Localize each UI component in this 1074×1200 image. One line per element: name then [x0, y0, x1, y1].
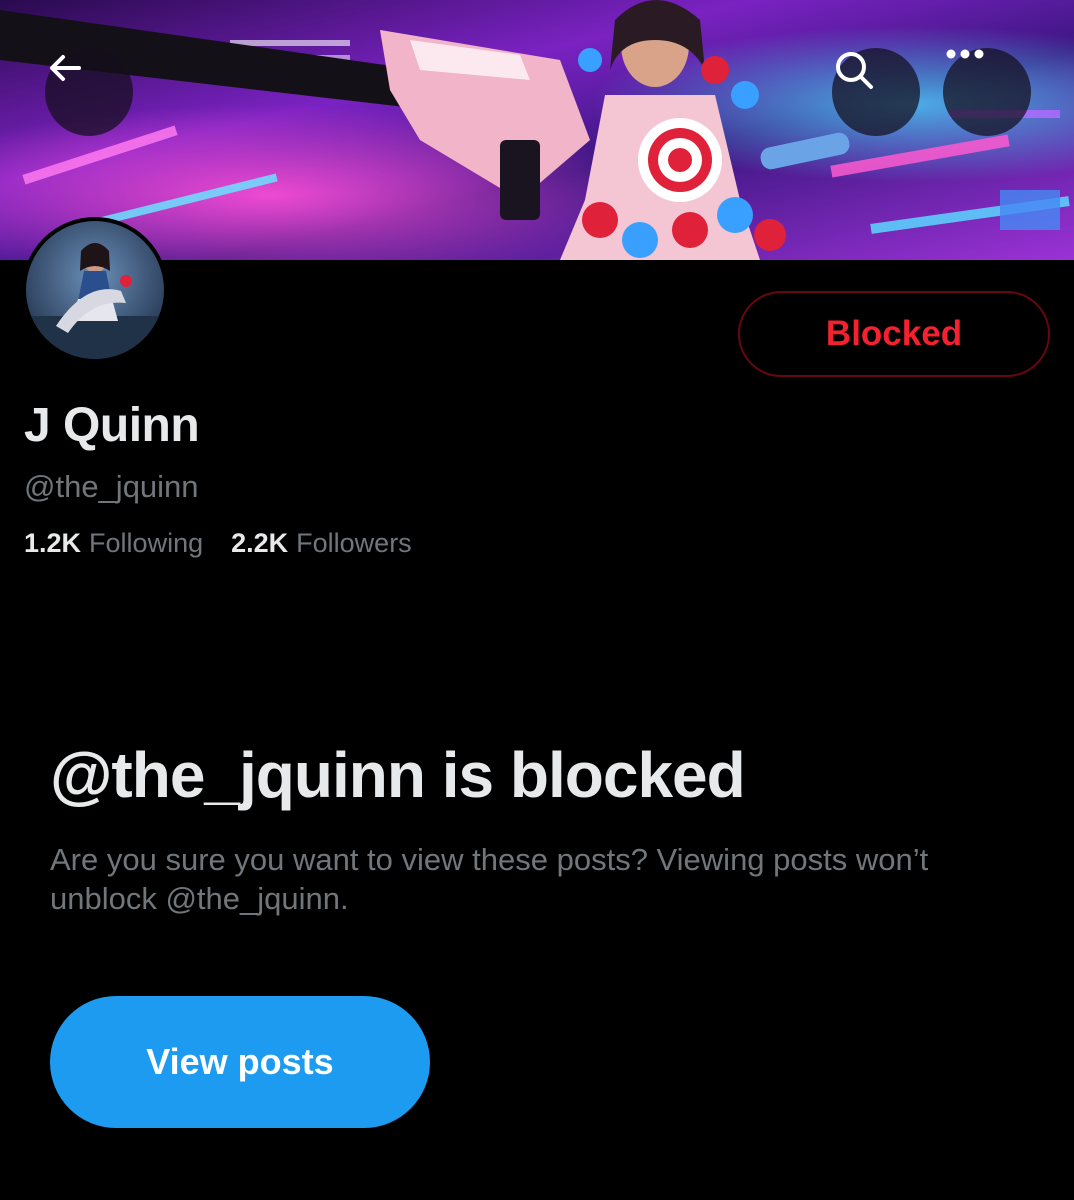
- blocked-notice-title: @the_jquinn is blocked: [50, 739, 746, 811]
- search-button[interactable]: [832, 48, 920, 136]
- profile-stats: 1.2K Following 2.2K Followers: [24, 528, 412, 559]
- display-name: J Quinn: [24, 399, 200, 452]
- following-label: Following: [89, 528, 204, 558]
- blocked-button[interactable]: Blocked: [738, 291, 1050, 377]
- back-button[interactable]: [45, 48, 133, 136]
- profile-banner[interactable]: [0, 0, 1074, 260]
- following-count: 1.2K: [24, 528, 82, 558]
- followers-count: 2.2K: [231, 528, 289, 558]
- followers-label: Followers: [296, 528, 412, 558]
- avatar-image: [26, 221, 164, 359]
- blocked-notice-message: Are you sure you want to view these post…: [50, 842, 929, 916]
- following-link[interactable]: 1.2K Following: [24, 528, 203, 559]
- followers-link[interactable]: 2.2K Followers: [231, 528, 412, 559]
- more-horizontal-icon: [946, 49, 984, 59]
- search-icon: [836, 52, 873, 89]
- avatar[interactable]: [22, 217, 168, 363]
- arrow-left-icon: [50, 55, 81, 81]
- more-options-button[interactable]: [943, 48, 1031, 136]
- view-posts-button[interactable]: View posts: [50, 996, 430, 1128]
- banner-image: [0, 0, 1074, 260]
- profile-handle: @the_jquinn: [24, 469, 199, 504]
